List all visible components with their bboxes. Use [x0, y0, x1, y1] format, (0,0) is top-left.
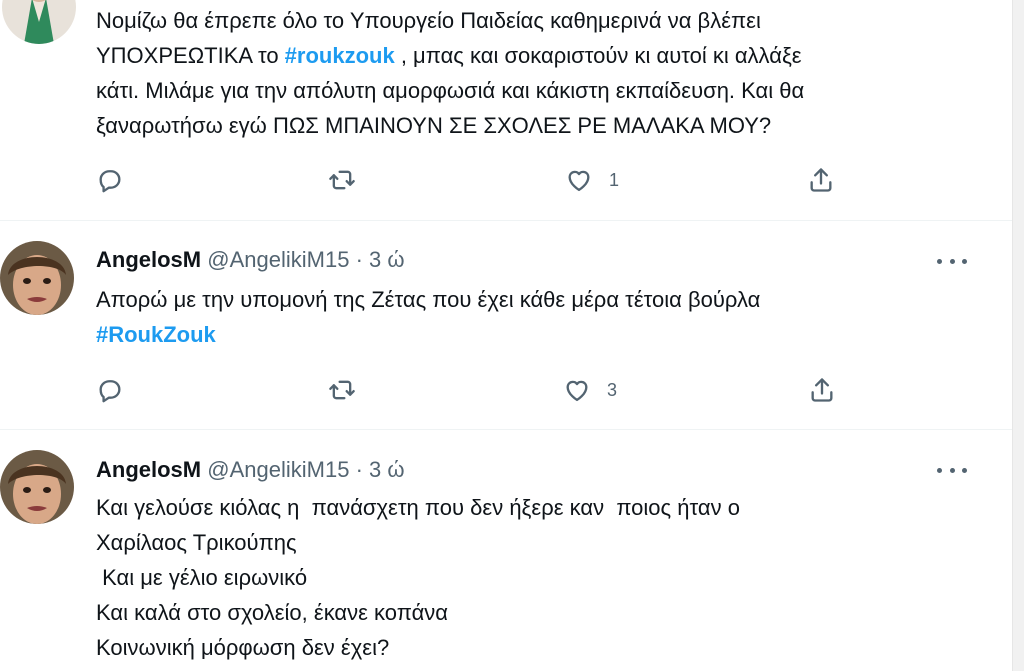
tweet-header: AngelosM @AngelikiM15 · 3 ώ — [96, 247, 405, 273]
more-icon — [949, 467, 955, 473]
reply-button[interactable] — [96, 374, 124, 406]
avatar-image — [0, 241, 74, 315]
tweet-actions: 3 — [96, 374, 856, 406]
tweet-text-line: ξαναρωτήσω εγώ ΠΩΣ ΜΠΑΙΝΟΥΝ ΣΕ ΣΧΟΛΕΣ ΡΕ… — [96, 108, 804, 143]
retweet-button[interactable] — [328, 164, 356, 196]
text-segment: ξαναρωτήσω εγώ ΠΩΣ ΜΠΑΙΝΟΥΝ ΣΕ ΣΧΟΛΕΣ ΡΕ… — [96, 113, 772, 138]
more-button[interactable] — [937, 460, 967, 480]
scrollbar[interactable] — [1012, 0, 1024, 671]
like-count: 3 — [607, 379, 618, 400]
share-button[interactable] — [807, 164, 835, 196]
reply-button[interactable] — [96, 164, 124, 196]
avatar-image — [0, 450, 74, 524]
avatar[interactable] — [0, 241, 74, 315]
timestamp[interactable]: 3 ώ — [369, 457, 405, 482]
avatar[interactable] — [0, 450, 74, 524]
like-count: 1 — [609, 169, 620, 190]
tweet-text-line: Νομίζω θα έπρεπε όλο το Υπουργείο Παιδεί… — [96, 3, 804, 38]
tweet-text-line: Απορώ με την υπομονή της Ζέτας που έχει … — [96, 282, 760, 317]
more-button[interactable] — [937, 251, 967, 271]
tweet-3[interactable]: AngelosM @AngelikiM15 · 3 ώ Και γελούσε … — [0, 430, 1013, 671]
like-button[interactable]: 3 — [563, 374, 617, 406]
tweet-text-line: Και καλά στο σχολείο, έκανε κοπάνα — [96, 595, 740, 630]
tweet-text-line: ΥΠΟΧΡΕΩΤΙΚΑ το #roukzouk , μπας και σοκα… — [96, 38, 804, 73]
display-name[interactable]: AngelosM — [96, 247, 201, 272]
more-icon — [937, 467, 942, 473]
tweet-text-line: Και με γέλιο ειρωνικό — [96, 560, 740, 595]
text-segment: Και γελούσε κιόλας η πανάσχετη που δεν ή… — [96, 495, 740, 520]
tweet-text-line: #RoukZouk — [96, 317, 760, 352]
retweet-icon — [329, 170, 355, 190]
hashtag-link[interactable]: #RoukZouk — [96, 322, 216, 347]
user-handle[interactable]: @AngelikiM15 — [207, 247, 349, 272]
avatar-image — [2, 0, 76, 44]
like-icon — [566, 380, 588, 402]
avatar[interactable] — [2, 0, 76, 44]
tweet-text: Και γελούσε κιόλας η πανάσχετη που δεν ή… — [96, 490, 740, 665]
more-icon — [962, 467, 967, 473]
text-segment: , μπας και σοκαριστούν κι αυτοί κι αλλάξ… — [394, 43, 802, 68]
more-icon — [949, 258, 955, 264]
retweet-icon — [329, 380, 355, 400]
share-button[interactable] — [808, 374, 836, 406]
text-segment: Και με γέλιο ειρωνικό — [96, 565, 308, 590]
text-segment: Κοινωνική μόρφωση δεν έχει? — [96, 635, 390, 660]
more-icon — [962, 258, 967, 264]
separator-dot: · — [355, 457, 363, 482]
tweet-text-line: Και γελούσε κιόλας η πανάσχετη που δεν ή… — [96, 490, 740, 525]
like-button[interactable]: 1 — [565, 164, 619, 196]
text-segment: Απορώ με την υπομονή της Ζέτας που έχει … — [96, 287, 761, 312]
hashtag-link[interactable]: #roukzouk — [285, 43, 395, 68]
tweet-text-line: Χαρίλαος Τρικούπης — [96, 525, 740, 560]
tweet-text-line: Κοινωνική μόρφωση δεν έχει? — [96, 630, 740, 665]
text-segment: Και καλά στο σχολείο, έκανε κοπάνα — [96, 600, 449, 625]
tweet-header: AngelosM @AngelikiM15 · 3 ώ — [96, 457, 405, 483]
share-icon — [811, 378, 833, 402]
reply-icon — [99, 380, 121, 403]
timestamp[interactable]: 3 ώ — [369, 247, 405, 272]
user-handle[interactable]: @AngelikiM15 — [207, 457, 349, 482]
text-segment: κάτι. Μιλάμε για την απόλυτη αμορφωσιά κ… — [96, 78, 805, 103]
text-segment: Χαρίλαος Τρικούπης — [96, 530, 297, 555]
text-segment: Νομίζω θα έπρεπε όλο το Υπουργείο Παιδεί… — [96, 8, 761, 33]
display-name[interactable]: AngelosM — [96, 457, 201, 482]
like-icon — [568, 170, 590, 192]
tweet-text-line: κάτι. Μιλάμε για την απόλυτη αμορφωσιά κ… — [96, 73, 804, 108]
share-icon — [810, 168, 832, 192]
tweet-actions: 1 — [96, 164, 856, 196]
tweet-text: Νομίζω θα έπρεπε όλο το Υπουργείο Παιδεί… — [96, 3, 804, 143]
more-icon — [937, 258, 942, 264]
tweet-1[interactable]: Νομίζω θα έπρεπε όλο το Υπουργείο Παιδεί… — [0, 0, 1013, 221]
separator-dot: · — [355, 247, 363, 272]
tweet-2[interactable]: AngelosM @AngelikiM15 · 3 ώ Απορώ με την… — [0, 221, 1013, 430]
retweet-button[interactable] — [328, 374, 356, 406]
text-segment: ΥΠΟΧΡΕΩΤΙΚΑ το — [96, 43, 285, 68]
reply-icon — [99, 170, 121, 193]
tweet-text: Απορώ με την υπομονή της Ζέτας που έχει … — [96, 282, 760, 352]
